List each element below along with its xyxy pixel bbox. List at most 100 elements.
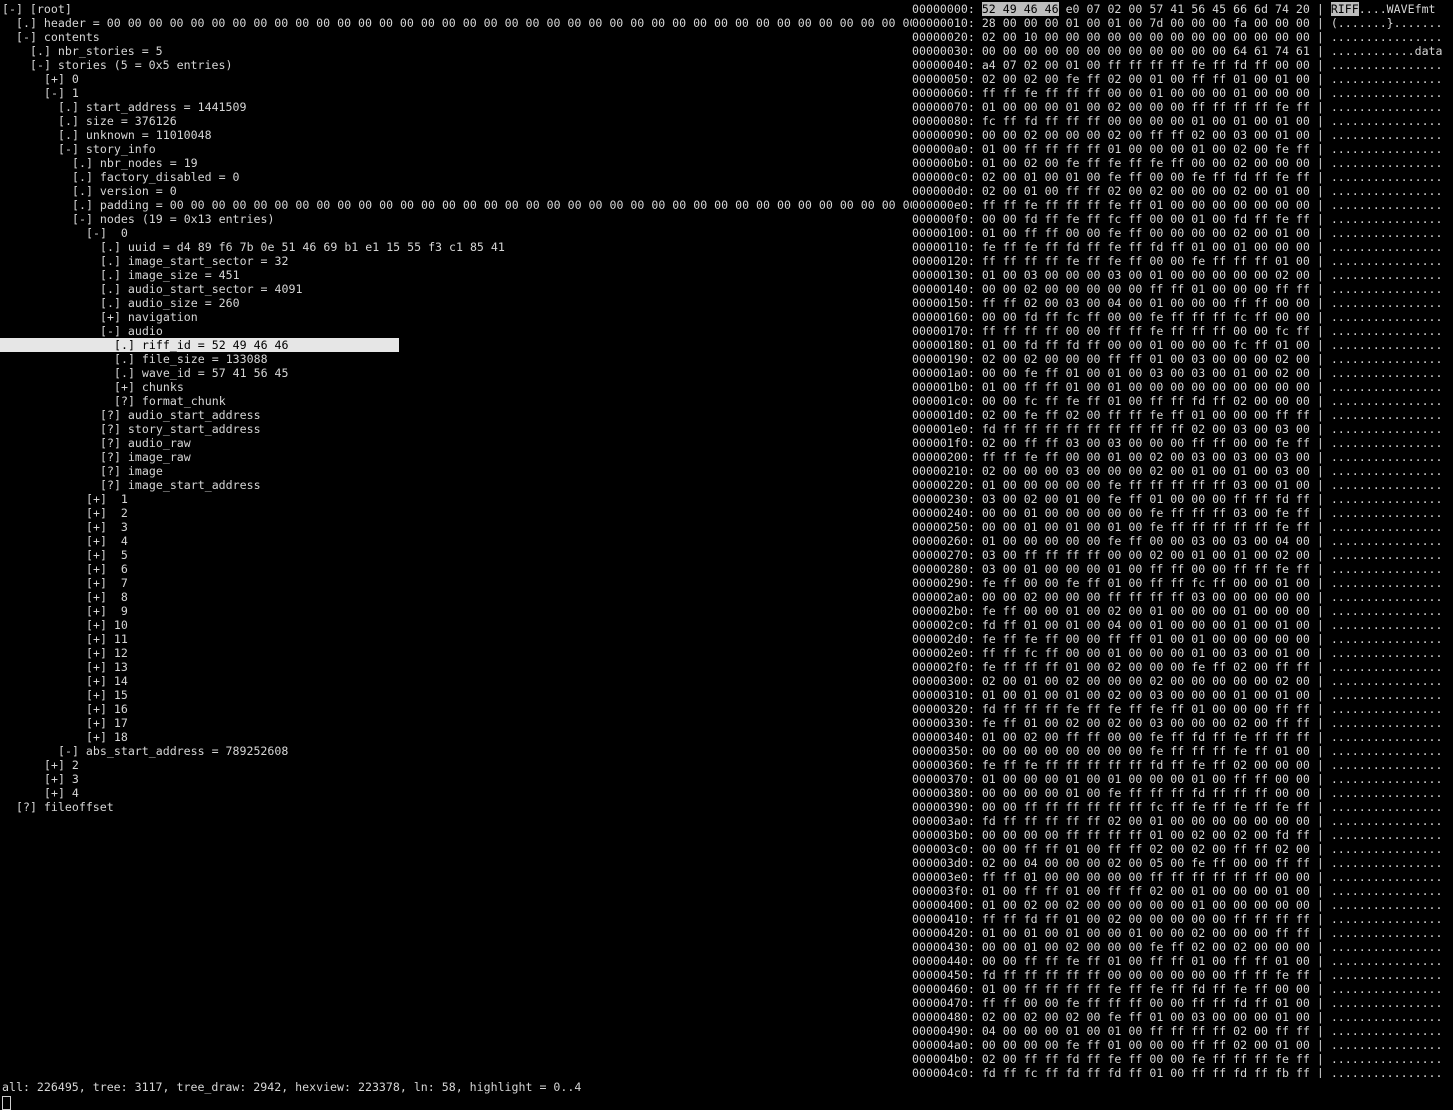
- tree-expand-marker[interactable]: [+]: [114, 380, 135, 394]
- tree-row[interactable]: [+] 12: [0, 646, 912, 660]
- tree-row[interactable]: [+] 0: [0, 72, 912, 86]
- tree-expand-marker[interactable]: [.]: [58, 128, 79, 142]
- tree-expand-marker[interactable]: [.]: [100, 240, 121, 254]
- tree-row[interactable]: [?] fileoffset: [0, 800, 912, 814]
- tree-row[interactable]: [+] 4: [0, 534, 912, 548]
- tree-row[interactable]: [?] image: [0, 464, 912, 478]
- tree-row[interactable]: [-] [root]: [0, 2, 912, 16]
- tree-expand-marker[interactable]: [+]: [86, 604, 107, 618]
- tree-expand-marker[interactable]: [?]: [100, 408, 121, 422]
- tree-expand-marker[interactable]: [+]: [44, 786, 65, 800]
- tree-row[interactable]: [+] 7: [0, 576, 912, 590]
- tree-expand-marker[interactable]: [-]: [100, 324, 121, 338]
- tree-row[interactable]: [?] format_chunk: [0, 394, 912, 408]
- tree-expand-marker[interactable]: [+]: [86, 534, 107, 548]
- tree-row[interactable]: [.] factory_disabled = 0: [0, 170, 912, 184]
- tree-row[interactable]: [-] nodes (19 = 0x13 entries): [0, 212, 912, 226]
- tree-row[interactable]: [-] 1: [0, 86, 912, 100]
- tree-row[interactable]: [.] uuid = d4 89 f6 7b 0e 51 46 69 b1 e1…: [0, 240, 912, 254]
- tree-expand-marker[interactable]: [+]: [86, 646, 107, 660]
- tree-expand-marker[interactable]: [?]: [114, 394, 135, 408]
- tree-row[interactable]: [+] 9: [0, 604, 912, 618]
- tree-expand-marker[interactable]: [.]: [100, 268, 121, 282]
- tree-row[interactable]: [?] image_raw: [0, 450, 912, 464]
- tree-expand-marker[interactable]: [.]: [114, 352, 135, 366]
- tree-row[interactable]: [-] abs_start_address = 789252608: [0, 744, 912, 758]
- tree-expand-marker[interactable]: [+]: [86, 590, 107, 604]
- tree-expand-marker[interactable]: [+]: [86, 520, 107, 534]
- tree-row[interactable]: [+] 2: [0, 758, 912, 772]
- tree-expand-marker[interactable]: [?]: [100, 436, 121, 450]
- tree-expand-marker[interactable]: [.]: [114, 338, 135, 352]
- tree-row[interactable]: [+] 11: [0, 632, 912, 646]
- tree-expand-marker[interactable]: [.]: [72, 184, 93, 198]
- tree-row[interactable]: [.] audio_size = 260: [0, 296, 912, 310]
- tree-row[interactable]: [-] 0: [0, 226, 912, 240]
- tree-row[interactable]: [+] 10: [0, 618, 912, 632]
- tree-expand-marker[interactable]: [.]: [72, 198, 93, 212]
- tree-row[interactable]: [.] wave_id = 57 41 56 45: [0, 366, 912, 380]
- tree-row[interactable]: [+] 15: [0, 688, 912, 702]
- tree-row[interactable]: [+] 13: [0, 660, 912, 674]
- tree-expand-marker[interactable]: [.]: [58, 114, 79, 128]
- tree-row[interactable]: [-] audio: [0, 324, 912, 338]
- tree-expand-marker[interactable]: [+]: [100, 310, 121, 324]
- tree-expand-marker[interactable]: [-]: [58, 744, 79, 758]
- tree-expand-marker[interactable]: [+]: [86, 548, 107, 562]
- tree-expand-marker[interactable]: [.]: [16, 16, 37, 30]
- tree-row[interactable]: [+] 6: [0, 562, 912, 576]
- tree-expand-marker[interactable]: [+]: [86, 688, 107, 702]
- tree-row[interactable]: [.] audio_start_sector = 4091: [0, 282, 912, 296]
- tree-expand-marker[interactable]: [.]: [100, 254, 121, 268]
- tree-expand-marker[interactable]: [.]: [72, 156, 93, 170]
- tree-expand-marker[interactable]: [+]: [86, 702, 107, 716]
- tree-row[interactable]: [.] nbr_stories = 5: [0, 44, 912, 58]
- tree-expand-marker[interactable]: [+]: [86, 492, 107, 506]
- tree-expand-marker[interactable]: [+]: [86, 660, 107, 674]
- tree-expand-marker[interactable]: [+]: [86, 618, 107, 632]
- tree-expand-marker[interactable]: [-]: [2, 2, 23, 16]
- tree-expand-marker[interactable]: [+]: [44, 72, 65, 86]
- tree-row[interactable]: [+] 16: [0, 702, 912, 716]
- tree-row[interactable]: [-] story_info: [0, 142, 912, 156]
- tree-view[interactable]: [-] [root] [.] header = 00 00 00 00 00 00…: [0, 2, 912, 1078]
- tree-expand-marker[interactable]: [-]: [30, 58, 51, 72]
- tree-expand-marker[interactable]: [.]: [114, 366, 135, 380]
- tree-row[interactable]: [+] 4: [0, 786, 912, 800]
- tree-row[interactable]: [+] 5: [0, 548, 912, 562]
- tree-row[interactable]: [.] nbr_nodes = 19: [0, 156, 912, 170]
- tree-row[interactable]: [.] header = 00 00 00 00 00 00 00 00 00 …: [0, 16, 912, 30]
- tree-expand-marker[interactable]: [.]: [100, 282, 121, 296]
- tree-row[interactable]: [?] story_start_address: [0, 422, 912, 436]
- tree-expand-marker[interactable]: [.]: [30, 44, 51, 58]
- tree-row[interactable]: [.] file_size = 133088: [0, 352, 912, 366]
- tree-row[interactable]: [?] audio_raw: [0, 436, 912, 450]
- tree-row[interactable]: [+] 1: [0, 492, 912, 506]
- tree-row[interactable]: [+] navigation: [0, 310, 912, 324]
- tree-expand-marker[interactable]: [+]: [86, 730, 107, 744]
- tree-row[interactable]: [+] 3: [0, 520, 912, 534]
- tree-expand-marker[interactable]: [.]: [72, 170, 93, 184]
- tree-expand-marker[interactable]: [?]: [100, 450, 121, 464]
- tree-row[interactable]: [.] unknown = 11010048: [0, 128, 912, 142]
- tree-expand-marker[interactable]: [?]: [100, 422, 121, 436]
- tree-expand-marker[interactable]: [-]: [44, 86, 65, 100]
- tree-expand-marker[interactable]: [?]: [100, 464, 121, 478]
- tree-expand-marker[interactable]: [-]: [16, 30, 37, 44]
- tree-expand-marker[interactable]: [+]: [86, 506, 107, 520]
- tree-expand-marker[interactable]: [.]: [100, 296, 121, 310]
- tree-expand-marker[interactable]: [-]: [86, 226, 107, 240]
- tree-expand-marker[interactable]: [+]: [86, 562, 107, 576]
- tree-row[interactable]: [+] 2: [0, 506, 912, 520]
- tree-expand-marker[interactable]: [+]: [86, 674, 107, 688]
- tree-row[interactable]: [+] 8: [0, 590, 912, 604]
- tree-expand-marker[interactable]: [+]: [86, 632, 107, 646]
- tree-row[interactable]: [+] 3: [0, 772, 912, 786]
- hex-view[interactable]: 00000000: 52 49 46 46 e0 07 02 00 57 41 …: [912, 2, 1453, 1078]
- tree-row[interactable]: [-] contents: [0, 30, 912, 44]
- tree-expand-marker[interactable]: [?]: [100, 478, 121, 492]
- tree-row[interactable]: [.] image_size = 451: [0, 268, 912, 282]
- tree-row[interactable]: [.] padding = 00 00 00 00 00 00 00 00 00…: [0, 198, 912, 212]
- tree-row[interactable]: [+] 17: [0, 716, 912, 730]
- tree-expand-marker[interactable]: [+]: [86, 576, 107, 590]
